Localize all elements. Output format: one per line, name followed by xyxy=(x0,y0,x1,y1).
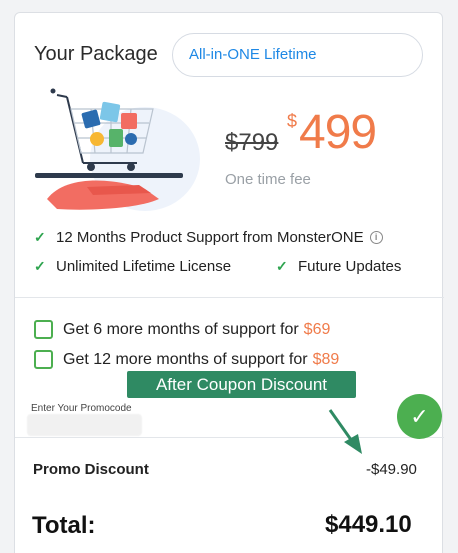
check-icon: ✓ xyxy=(34,258,46,274)
promo-discount-label: Promo Discount xyxy=(33,461,149,478)
shopping-cart-illustration xyxy=(35,88,200,211)
feature-label: Future Updates xyxy=(298,258,402,275)
feature-label: Unlimited Lifetime License xyxy=(56,258,232,275)
feature-item-updates: ✓ Future Updates xyxy=(276,258,401,275)
addon-6-months[interactable]: Get 6 more months of support for $69 xyxy=(34,320,330,339)
addon-price: $69 xyxy=(303,320,331,338)
annotation-arrow-icon xyxy=(328,409,362,454)
promo-discount-value: -$49.90 xyxy=(366,461,417,478)
feature-item-support: ✓ 12 Months Product Support from Monster… xyxy=(34,229,383,246)
promo-code-input[interactable] xyxy=(27,414,142,436)
check-icon: ✓ xyxy=(34,229,46,245)
addon-checkbox[interactable] xyxy=(34,320,53,339)
total-label: Total: xyxy=(32,512,96,539)
addon-12-months[interactable]: Get 12 more months of support for $89 xyxy=(34,350,339,369)
package-heading: Your Package xyxy=(34,43,158,65)
addon-label: Get 12 more months of support for xyxy=(63,350,308,368)
addon-checkbox[interactable] xyxy=(34,350,53,369)
addon-price: $89 xyxy=(312,350,340,368)
apply-promo-button[interactable]: ✓ xyxy=(397,394,442,439)
divider xyxy=(15,437,444,438)
promo-code-label: Enter Your Promocode xyxy=(31,403,132,414)
addon-label: Get 6 more months of support for xyxy=(63,320,299,338)
plan-selector[interactable]: All-in-ONE Lifetime xyxy=(172,33,423,77)
total-value: $449.10 xyxy=(325,511,412,538)
info-icon[interactable]: i xyxy=(369,231,383,244)
original-price: $799 xyxy=(225,129,279,156)
currency-symbol: $ xyxy=(287,111,298,131)
feature-item-license: ✓ Unlimited Lifetime License xyxy=(34,258,231,275)
fee-note: One time fee xyxy=(225,171,311,188)
coupon-annotation-banner: After Coupon Discount xyxy=(127,371,356,398)
sale-price: 499 xyxy=(299,106,377,159)
divider xyxy=(15,297,444,298)
check-icon: ✓ xyxy=(276,258,288,274)
feature-label: 12 Months Product Support from MonsterON… xyxy=(56,229,364,246)
